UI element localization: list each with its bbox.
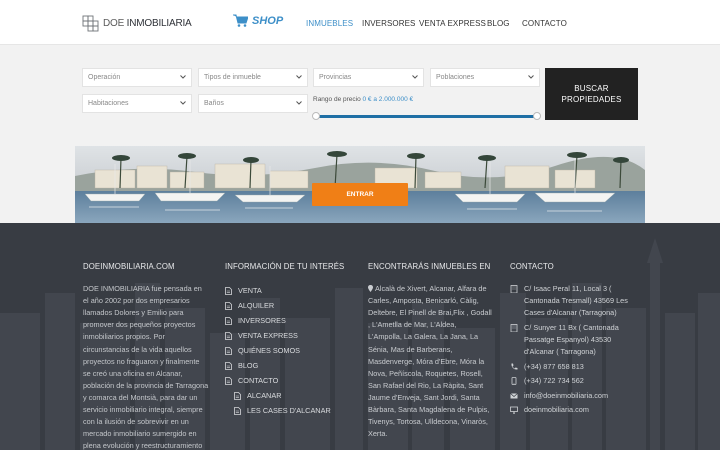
banos-label: Baños <box>204 100 224 107</box>
footer-link-label: CONTACTO <box>238 375 279 385</box>
document-icon <box>225 301 232 310</box>
logo-cube-icon <box>82 14 100 32</box>
footer-link-label: BLOG <box>238 360 259 370</box>
nav-blog[interactable]: BLOG <box>487 19 510 28</box>
enter-button[interactable]: ENTRAR <box>312 183 408 206</box>
banos-select[interactable]: Baños <box>198 94 308 113</box>
provincias-label: Provincias <box>319 74 352 81</box>
habitaciones-select[interactable]: Habitaciones <box>82 94 192 113</box>
footer-link-alquiler[interactable]: ALQUILER <box>225 298 344 313</box>
mobile-phone-icon <box>511 377 517 386</box>
footer-link-les-cases[interactable]: LES CASES D'ALCANAR <box>225 403 344 418</box>
footer-link-label: ALQUILER <box>238 300 275 310</box>
chevron-down-icon <box>296 75 302 79</box>
website[interactable]: doeinmobiliaria.com <box>510 404 642 416</box>
poblaciones-label: Poblaciones <box>436 74 475 81</box>
site-footer: DOEINMOBILIARIA.COM DOE INMOBILIARIA fue… <box>0 223 720 450</box>
phone-icon <box>511 363 518 370</box>
footer-towns: ENCONTRARÁS INMUEBLES EN Alcalà de Xiver… <box>368 261 492 440</box>
footer-link-label: INVERSORES <box>238 315 286 325</box>
document-icon <box>234 406 241 415</box>
price-label-text: Rango de precio <box>313 96 361 103</box>
envelope-icon <box>510 393 518 399</box>
footer-link-venta-express[interactable]: VENTA EXPRESS <box>225 328 344 343</box>
logo[interactable]: DOE INMOBILIARIA <box>82 12 192 34</box>
contact-heading: CONTACTO <box>510 262 554 271</box>
towns-list: Alcalà de Xivert, Alcanar, Alfara de Car… <box>368 283 492 440</box>
document-icon <box>225 316 232 325</box>
nav-inversores[interactable]: INVERSORES <box>362 19 415 28</box>
footer-link-label: QUIÉNES SOMOS <box>238 345 301 355</box>
price-range-value: 0 € a 2.000.000 € <box>362 96 414 103</box>
footer-link-inversores[interactable]: INVERSORES <box>225 313 344 328</box>
address-2-text: C/ Sunyer 11 Bx ( Cantonada Passatge Esp… <box>524 322 619 357</box>
phone-2[interactable]: (+34) 722 734 562 <box>510 375 642 387</box>
address-1: C/ Isaac Peral 11, Local 3 ( Cantonada T… <box>510 283 642 319</box>
document-icon <box>225 376 232 385</box>
price-slider-max-handle[interactable] <box>533 112 541 120</box>
provincias-select[interactable]: Provincias <box>313 68 424 87</box>
email[interactable]: info@doeinmobiliaria.com <box>510 390 642 402</box>
footer-about: DOEINMOBILIARIA.COM DOE INMOBILIARIA fue… <box>83 261 209 450</box>
document-icon <box>225 331 232 340</box>
email-text: info@doeinmobiliaria.com <box>524 390 609 400</box>
building-icon <box>510 285 518 294</box>
footer-link-label: LES CASES D'ALCANAR <box>247 405 331 415</box>
footer-link-label: ALCANAR <box>247 390 282 400</box>
poblaciones-select[interactable]: Poblaciones <box>430 68 540 87</box>
chevron-down-icon <box>180 101 186 105</box>
document-icon <box>225 361 232 370</box>
monitor-icon <box>510 407 518 415</box>
towns-text: Alcalà de Xivert, Alcanar, Alfara de Car… <box>368 284 492 439</box>
footer-contact: CONTACTO C/ Isaac Peral 11, Local 3 ( Ca… <box>510 261 642 419</box>
footer-link-contacto[interactable]: CONTACTO <box>225 373 344 388</box>
chevron-down-icon <box>180 75 186 79</box>
footer-link-quienes-somos[interactable]: QUIÉNES SOMOS <box>225 343 344 358</box>
footer-link-label: VENTA <box>238 285 262 295</box>
towns-heading: ENCONTRARÁS INMUEBLES EN <box>368 262 491 271</box>
map-pin-icon <box>368 285 373 293</box>
info-heading: INFORMACIÓN DE TU INTERÉS <box>225 262 345 271</box>
document-icon <box>234 391 241 400</box>
cart-icon <box>233 14 248 27</box>
chevron-down-icon <box>528 75 534 79</box>
shop-label: SHOP <box>252 14 284 27</box>
price-slider-track[interactable] <box>316 115 538 118</box>
address-2: C/ Sunyer 11 Bx ( Cantonada Passatge Esp… <box>510 322 642 358</box>
operacion-select[interactable]: Operación <box>82 68 192 87</box>
chevron-down-icon <box>296 101 302 105</box>
footer-link-label: VENTA EXPRESS <box>238 330 298 340</box>
operacion-label: Operación <box>88 74 121 81</box>
price-range-label: Rango de precio 0 € a 2.000.000 € <box>313 96 413 103</box>
document-icon <box>225 346 232 355</box>
nav-inmuebles[interactable]: INMUEBLES <box>306 19 353 28</box>
shop-link[interactable]: SHOP <box>233 14 283 27</box>
footer-link-blog[interactable]: BLOG <box>225 358 344 373</box>
phone-1-text: (+34) 877 658 813 <box>524 361 584 371</box>
nav-contacto[interactable]: CONTACTO <box>522 19 567 28</box>
building-icon <box>510 323 518 332</box>
chevron-down-icon <box>412 75 418 79</box>
document-icon <box>225 286 232 295</box>
habitaciones-label: Habitaciones <box>88 100 129 107</box>
address-1-text: C/ Isaac Peral 11, Local 3 ( Cantonada T… <box>524 284 628 318</box>
website-text: doeinmobiliaria.com <box>524 405 589 415</box>
site-header: DOE INMOBILIARIA SHOP INMUEBLES INVERSOR… <box>0 0 720 45</box>
price-slider-min-handle[interactable] <box>312 112 320 120</box>
logo-text: DOE INMOBILIARIA <box>103 17 192 29</box>
tipos-select[interactable]: Tipos de inmueble <box>198 68 308 87</box>
footer-link-alcanar[interactable]: ALCANAR <box>225 388 344 403</box>
about-text: DOE INMOBILIARIA fue pensada en el año 2… <box>83 284 209 450</box>
footer-link-venta[interactable]: VENTA <box>225 283 344 298</box>
phone-2-text: (+34) 722 734 562 <box>524 376 584 386</box>
phone-1[interactable]: (+34) 877 658 813 <box>510 361 642 373</box>
footer-info: INFORMACIÓN DE TU INTERÉS VENTA ALQUILER… <box>225 261 344 418</box>
search-button[interactable]: BUSCAR PROPIEDADES <box>545 68 638 120</box>
about-heading: DOEINMOBILIARIA.COM <box>83 262 175 271</box>
nav-venta-express[interactable]: VENTA EXPRESS <box>419 19 486 28</box>
tipos-label: Tipos de inmueble <box>204 74 261 81</box>
